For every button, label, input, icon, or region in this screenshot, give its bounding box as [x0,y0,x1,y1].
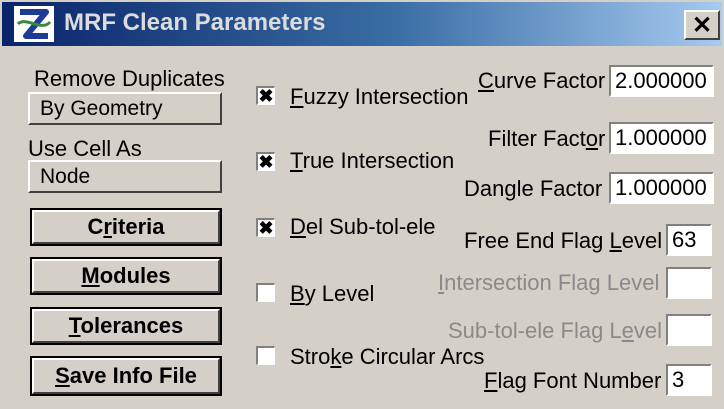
sub-tol-ele-flag-level-label: Sub-tol-ele Flag Level [448,318,663,343]
save-info-file-button[interactable]: Save Info File [30,356,222,396]
dangle-factor-label: Dangle Factor [464,176,603,201]
by-level-label[interactable]: By Level [290,281,374,307]
title-bar[interactable]: MRF Clean Parameters ✕ [2,2,722,46]
use-cell-as-option-button[interactable]: Node [28,160,222,193]
intersection-flag-level-input[interactable] [666,267,712,299]
use-cell-as-label: Use Cell As [28,136,142,161]
app-logo-icon [14,6,54,42]
intersection-flag-level-label: Intersection Flag Level [438,270,660,295]
filter-factor-input[interactable]: 1.000000 [609,122,714,154]
remove-duplicates-value: By Geometry [40,96,163,120]
modules-button[interactable]: Modules [30,257,222,295]
modules-button-label: Modules [81,263,171,288]
filter-factor-label: Filter Factor [488,126,606,151]
tolerances-button[interactable]: Tolerances [30,307,222,345]
flag-font-number-input[interactable]: 3 [666,364,712,396]
criteria-button-label: Criteria [87,214,165,239]
checkmark-icon: ✖ [258,86,274,106]
del-sub-tol-ele-label[interactable]: Del Sub-tol-ele [290,214,436,240]
sub-tol-ele-flag-level-input[interactable] [666,314,712,346]
save-info-file-button-label: Save Info File [55,363,197,388]
flag-font-number-label: Flag Font Number [484,368,662,393]
criteria-button[interactable]: Criteria [30,208,222,246]
del-sub-tol-ele-checkbox[interactable]: ✖ [256,218,275,237]
fuzzy-intersection-checkbox[interactable]: ✖ [256,86,275,105]
close-button[interactable]: ✕ [684,10,720,40]
true-intersection-checkbox[interactable]: ✖ [256,152,275,171]
close-icon: ✕ [691,11,713,39]
free-end-flag-level-input[interactable]: 63 [666,224,712,256]
remove-duplicates-label: Remove Duplicates [34,66,225,91]
checkmark-icon: ✖ [258,152,274,172]
checkmark-icon: ✖ [258,218,274,238]
remove-duplicates-option-button[interactable]: By Geometry [28,92,222,125]
by-level-checkbox[interactable] [256,283,275,302]
dangle-factor-input[interactable]: 1.000000 [609,172,714,204]
mrf-clean-parameters-dialog: MRF Clean Parameters ✕ Remove Duplicates… [0,0,724,409]
stroke-circular-arcs-label[interactable]: Stroke Circular Arcs [290,344,484,370]
true-intersection-label[interactable]: True Intersection [290,148,454,174]
use-cell-as-value: Node [40,164,91,188]
free-end-flag-level-label: Free End Flag Level [464,228,663,253]
tolerances-button-label: Tolerances [68,313,184,338]
stroke-circular-arcs-checkbox[interactable] [256,346,275,365]
curve-factor-input[interactable]: 2.000000 [609,65,714,97]
fuzzy-intersection-label[interactable]: Fuzzy Intersection [290,84,469,110]
window-title: MRF Clean Parameters [64,9,326,36]
curve-factor-label: Curve Factor [478,68,606,93]
